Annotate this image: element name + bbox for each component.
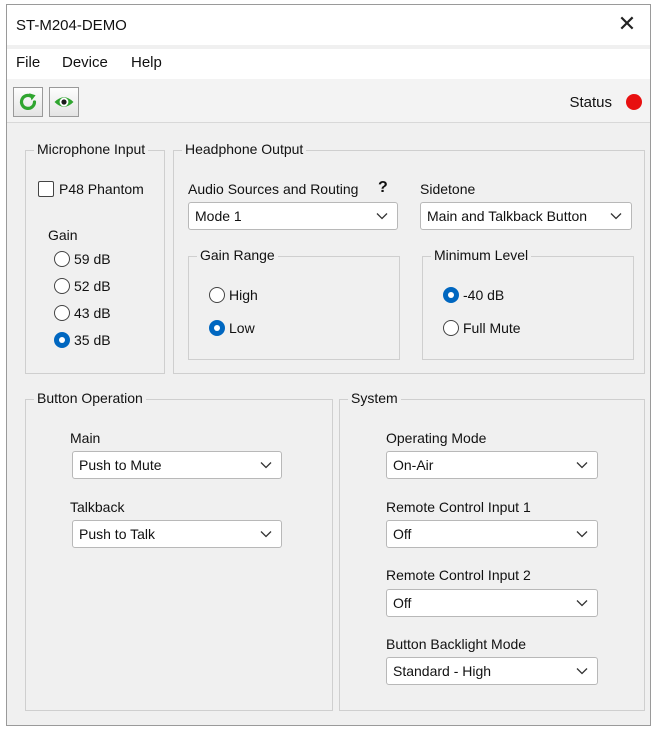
routing-value: Mode 1 [195, 208, 242, 224]
remote2-select[interactable]: Off [386, 589, 598, 617]
remote1-label: Remote Control Input 1 [386, 499, 531, 515]
radio-dot[interactable] [209, 287, 225, 303]
microphone-input-title: Microphone Input [34, 141, 149, 157]
operating-mode-value: On-Air [393, 457, 434, 473]
checkbox-box[interactable] [38, 181, 54, 197]
sidetone-select[interactable]: Main and Talkback Button [420, 202, 632, 230]
menu-help[interactable]: Help [131, 54, 162, 71]
gain-range-high[interactable]: High [209, 287, 258, 303]
help-icon[interactable]: ? [378, 179, 388, 197]
close-icon[interactable]: ✕ [614, 11, 640, 37]
minimum-level-full-mute[interactable]: Full Mute [443, 320, 521, 336]
radio-dot-selected[interactable] [209, 320, 225, 336]
remote2-label: Remote Control Input 2 [386, 567, 531, 583]
talkback-value: Push to Talk [79, 526, 156, 542]
radio-dot[interactable] [54, 251, 70, 267]
gain-range-low-label: Low [229, 320, 255, 336]
main-select[interactable]: Push to Mute [72, 451, 282, 479]
sidetone-label: Sidetone [420, 181, 476, 197]
remote1-select[interactable]: Off [386, 520, 598, 548]
gain-range-low[interactable]: Low [209, 320, 255, 336]
radio-dot-selected[interactable] [54, 332, 70, 348]
chevron-down-icon [576, 668, 588, 675]
gain-range-high-label: High [229, 287, 258, 303]
main-value: Push to Mute [79, 457, 162, 473]
chevron-down-icon [576, 600, 588, 607]
chevron-down-icon [610, 213, 622, 220]
operating-mode-label: Operating Mode [386, 430, 487, 446]
gain-option-label: 52 dB [74, 278, 111, 294]
minimum-level-40db[interactable]: -40 dB [443, 287, 504, 303]
refresh-icon [19, 93, 37, 110]
minimum-level-40db-label: -40 dB [463, 287, 505, 303]
gain-option-43[interactable]: 43 dB [54, 305, 111, 321]
minimum-level-group: Minimum Level -40 dB Full Mute [422, 247, 634, 360]
status-label: Status [569, 94, 612, 111]
routing-select[interactable]: Mode 1 [188, 202, 398, 230]
menu-device[interactable]: Device [62, 54, 108, 71]
title-bar: ST-M204-DEMO ✕ [7, 5, 650, 45]
talkback-label: Talkback [70, 499, 125, 515]
refresh-button[interactable] [13, 87, 43, 117]
gain-range-group: Gain Range High Low [188, 247, 400, 360]
talkback-select[interactable]: Push to Talk [72, 520, 282, 548]
remote2-value: Off [393, 595, 412, 611]
chevron-down-icon [376, 213, 388, 220]
system-group: System Operating Mode On-Air Remote Cont… [339, 390, 645, 711]
main-label: Main [70, 430, 101, 446]
button-operation-group: Button Operation Main Push to Mute Talkb… [25, 390, 333, 711]
button-operation-title: Button Operation [34, 390, 146, 406]
backlight-value: Standard - High [393, 663, 492, 679]
view-button[interactable] [49, 87, 79, 117]
window-title: ST-M204-DEMO [16, 17, 127, 34]
gain-label: Gain [48, 227, 78, 243]
radio-dot[interactable] [443, 320, 459, 336]
radio-dot[interactable] [54, 278, 70, 294]
toolbar: Status [7, 79, 650, 123]
backlight-select[interactable]: Standard - High [386, 657, 598, 685]
gain-option-label: 59 dB [74, 251, 111, 267]
minimum-level-title: Minimum Level [431, 247, 532, 263]
p48-phantom-label: P48 Phantom [59, 181, 144, 197]
routing-label: Audio Sources and Routing [188, 181, 359, 197]
p48-phantom-checkbox[interactable]: P48 Phantom [38, 181, 144, 197]
sidetone-value: Main and Talkback Button [427, 208, 588, 224]
menu-bar: File Device Help [7, 49, 650, 79]
minimum-level-mute-label: Full Mute [463, 320, 521, 336]
operating-mode-select[interactable]: On-Air [386, 451, 598, 479]
app-window: ST-M204-DEMO ✕ File Device Help Status M… [6, 4, 651, 726]
status-indicator [626, 94, 642, 110]
gain-option-59[interactable]: 59 dB [54, 251, 111, 267]
gain-option-label: 43 dB [74, 305, 111, 321]
eye-icon [54, 97, 74, 107]
chevron-down-icon [260, 531, 272, 538]
gain-option-label: 35 dB [74, 332, 111, 348]
headphone-output-title: Headphone Output [182, 141, 307, 157]
remote1-value: Off [393, 526, 412, 542]
microphone-input-group: Microphone Input P48 Phantom Gain 59 dB … [25, 141, 165, 374]
chevron-down-icon [576, 462, 588, 469]
radio-dot[interactable] [54, 305, 70, 321]
gain-option-52[interactable]: 52 dB [54, 278, 111, 294]
chevron-down-icon [576, 531, 588, 538]
gain-range-title: Gain Range [197, 247, 278, 263]
radio-dot-selected[interactable] [443, 287, 459, 303]
system-title: System [348, 390, 401, 406]
menu-file[interactable]: File [16, 54, 40, 71]
gain-option-35[interactable]: 35 dB [54, 332, 111, 348]
chevron-down-icon [260, 462, 272, 469]
headphone-output-group: Headphone Output Audio Sources and Routi… [173, 141, 645, 374]
backlight-label: Button Backlight Mode [386, 636, 527, 652]
